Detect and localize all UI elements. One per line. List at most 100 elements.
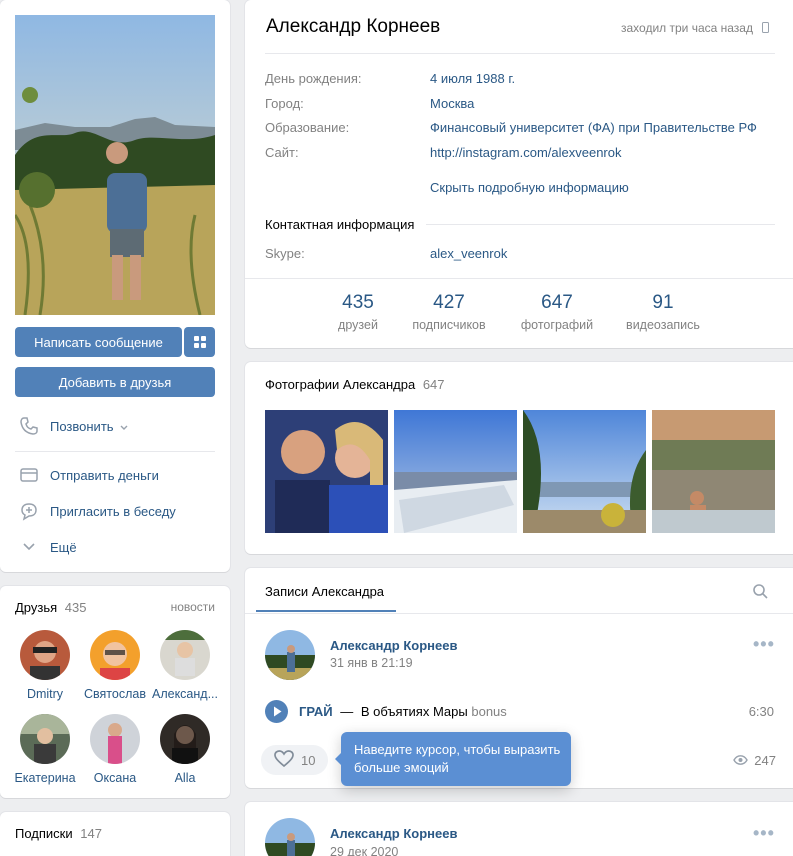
last-seen-text: заходил три часа назад [621, 21, 753, 35]
call-label: Позвонить [50, 418, 114, 434]
info-label: День рождения: [265, 71, 362, 86]
photos-card: Фотографии Александра 647 [245, 362, 793, 554]
avatar [90, 714, 140, 764]
photo-thumb[interactable] [265, 410, 388, 533]
more-label: Ещё [50, 539, 77, 555]
contact-header: Контактная информация [265, 217, 775, 232]
send-money-action[interactable]: Отправить деньги [18, 464, 159, 486]
friend-name: Екатерина [14, 771, 76, 785]
photos-title: Фотографии Александра [265, 377, 416, 392]
avatar[interactable] [265, 630, 315, 680]
tab-active-indicator [256, 610, 396, 612]
counter-videos[interactable]: 91 видеозапись [608, 292, 718, 332]
birthday-link[interactable]: 4 июля 1988 г. [430, 71, 515, 86]
avatar [160, 630, 210, 680]
friend-item[interactable]: Святослав [77, 630, 153, 701]
write-message-button[interactable]: Написать сообщение [15, 327, 182, 357]
last-seen: заходил три часа назад [621, 21, 770, 36]
views-counter: 247 [733, 753, 776, 768]
avatar [20, 714, 70, 764]
reactions-tooltip: Наведите курсор, чтобы выразить больше э… [335, 732, 571, 786]
post-date[interactable]: 31 янв в 21:19 [330, 656, 413, 670]
chevron-down-icon [18, 536, 40, 558]
post-author[interactable]: Александр Корнеев [330, 638, 457, 653]
subscriptions-header[interactable]: Подписки 147 [15, 826, 102, 841]
photo-thumb[interactable] [523, 410, 646, 533]
info-label: Сайт: [265, 145, 299, 160]
post-author[interactable]: Александр Корнеев [330, 826, 457, 841]
gift-button[interactable] [184, 327, 215, 357]
friend-name: Святослав [84, 687, 146, 701]
counter-number: 91 [652, 292, 674, 313]
photo-thumb[interactable] [652, 410, 775, 533]
counter-number: 647 [541, 292, 573, 313]
divider [15, 451, 215, 452]
info-label: Образование: [265, 120, 350, 135]
friends-news-link[interactable]: новости [171, 600, 215, 614]
audio-duration: 6:30 [748, 704, 774, 719]
friend-name: Dmitry [26, 687, 64, 701]
site-link[interactable]: http://instagram.com/alexveenrok [430, 145, 621, 160]
avatar [160, 714, 210, 764]
friends-count: 435 [64, 600, 87, 615]
divider [245, 613, 793, 614]
invite-chat-label: Пригласить в беседу [50, 503, 176, 519]
subscriptions-card: Подписки 147 [0, 812, 230, 856]
tab-wall-posts[interactable]: Записи Александра [265, 584, 384, 599]
more-actions[interactable]: Ещё [18, 536, 77, 558]
friends-header[interactable]: Друзья 435 [15, 600, 87, 615]
audio-subtitle: bonus [471, 704, 507, 719]
divider [245, 278, 793, 279]
mobile-icon [762, 22, 770, 36]
money-card-icon [18, 464, 40, 486]
wall-post-card: Александр Корнеев 29 дек 2020 ••• [245, 802, 793, 856]
more-options-icon[interactable]: ••• [753, 823, 775, 844]
chat-add-icon [18, 500, 40, 522]
counter-number: 427 [433, 292, 465, 313]
call-action[interactable]: Позвонить [18, 415, 128, 437]
subscriptions-title: Подписки [15, 826, 73, 841]
more-options-icon[interactable]: ••• [753, 634, 775, 655]
post-date[interactable]: 29 дек 2020 [330, 845, 398, 856]
avatar [90, 630, 140, 680]
counter-followers[interactable]: 427 подписчиков [394, 292, 504, 332]
info-label: Skype: [265, 246, 305, 261]
city-link[interactable]: Москва [430, 96, 474, 111]
friend-name: Александ... [151, 687, 218, 701]
hide-details-link[interactable]: Скрыть подробную информацию [430, 180, 629, 195]
friend-item[interactable]: Dmitry [7, 630, 83, 701]
profile-photo[interactable] [15, 15, 215, 315]
heart-icon [274, 750, 294, 770]
counter-photos[interactable]: 647 фотографий [502, 292, 612, 332]
eye-icon [733, 753, 749, 768]
chevron-down-icon [120, 419, 128, 434]
like-count: 10 [301, 752, 316, 768]
invite-chat-action[interactable]: Пригласить в беседу [18, 500, 176, 522]
add-friend-button[interactable]: Добавить в друзья [15, 367, 215, 397]
play-icon[interactable] [265, 700, 288, 723]
friends-card: Друзья 435 новости Dmitry Святослав Алек… [0, 586, 230, 798]
skype-link[interactable]: alex_veenrok [430, 246, 507, 261]
page-title: Александр Корнеев [266, 16, 441, 37]
search-icon[interactable] [753, 584, 768, 602]
friend-item[interactable]: Екатерина [7, 714, 83, 785]
education-link[interactable]: Финансовый университет (ФА) при Правител… [430, 120, 757, 135]
send-money-label: Отправить деньги [50, 467, 159, 483]
friend-item[interactable]: Оксана [77, 714, 153, 785]
audio-dash: — [340, 704, 354, 719]
audio-title: В объятиях Мары [360, 704, 468, 719]
audio-track[interactable]: ГРАЙ — В объятиях Мары bonus [299, 704, 507, 719]
audio-artist[interactable]: ГРАЙ [299, 704, 333, 719]
friend-item[interactable]: Александ... [147, 630, 223, 701]
photo-thumb[interactable] [394, 410, 517, 533]
divider [426, 224, 775, 225]
counter-caption: видеозапись [626, 318, 700, 332]
photos-header[interactable]: Фотографии Александра 647 [265, 377, 445, 392]
avatar[interactable] [265, 818, 315, 856]
profile-info-card: Александр Корнеев заходил три часа назад… [245, 0, 793, 348]
counter-caption: подписчиков [412, 318, 486, 332]
subscriptions-count: 147 [80, 826, 102, 841]
like-button[interactable]: 10 [261, 745, 328, 775]
friend-item[interactable]: Alla [147, 714, 223, 785]
gift-icon [193, 336, 206, 348]
